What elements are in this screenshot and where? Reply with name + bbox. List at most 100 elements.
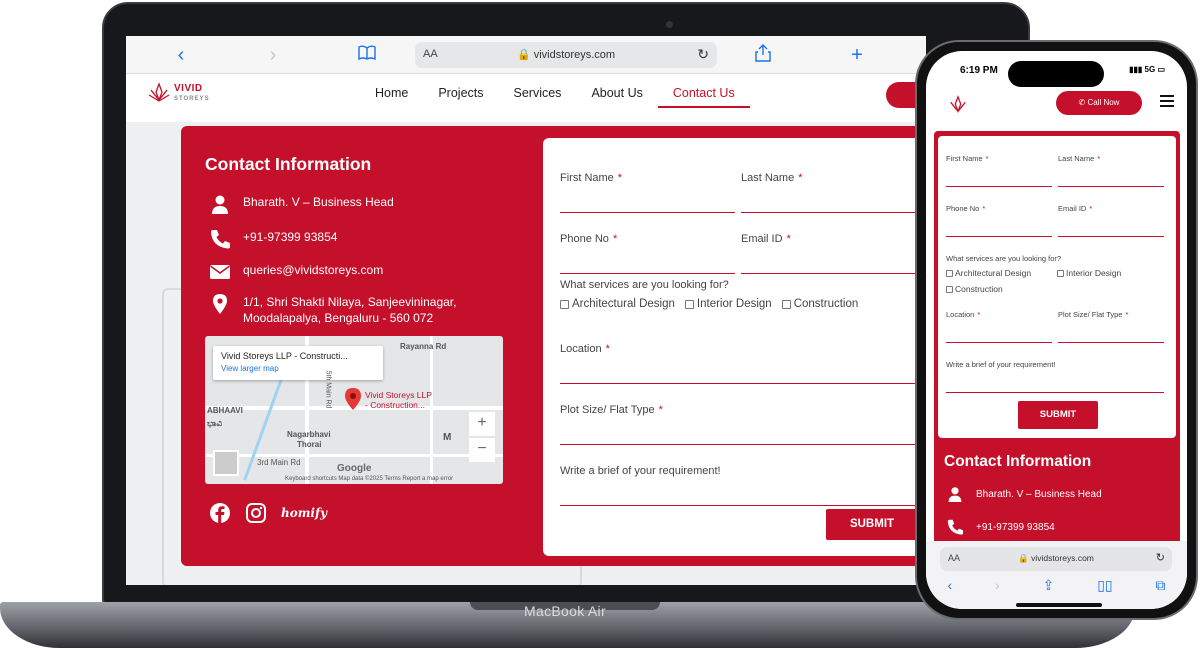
service-label: Architectural Design (955, 268, 1032, 278)
email-id-label: Email ID * (741, 233, 791, 245)
contact-person-row: Bharath. V – Business Head (209, 194, 394, 214)
contact-phone[interactable]: +91-97399 93854 (976, 522, 1055, 533)
service-label: Construction (955, 284, 1003, 294)
share-icon[interactable]: ⇪ (1043, 577, 1055, 594)
contact-phone-row: +91-97399 93854 (209, 229, 337, 249)
checkbox[interactable] (946, 285, 953, 293)
view-larger-map-link[interactable]: View larger map (221, 364, 375, 373)
phone-address-bar[interactable]: AA 🔒 vividstoreys.com ↻ (940, 547, 1172, 571)
phone-contact-section: First Name * Last Name * Phone No * Email I… (934, 131, 1180, 541)
email-id-field[interactable]: Email ID * (1058, 198, 1164, 238)
service-construction[interactable]: Construction (946, 284, 1003, 294)
service-interior-design[interactable]: Interior Design (684, 298, 772, 310)
back-icon[interactable]: ‹ (170, 44, 192, 66)
phone-no-underline (560, 273, 735, 274)
submit-button[interactable]: SUBMIT (1018, 401, 1098, 429)
address-line-1: 1/1, Shri Shakti Nilaya, Sanjeevininagar… (243, 295, 457, 309)
phone-no-field[interactable]: Phone No * (946, 198, 1052, 238)
checkbox[interactable] (560, 299, 569, 309)
plot-size-label: Plot Size/ Flat Type * (1058, 310, 1129, 319)
user-icon (948, 487, 962, 502)
hamburger-menu-icon[interactable] (1160, 95, 1174, 107)
last-name-underline (741, 212, 916, 213)
submit-button[interactable]: SUBMIT (826, 509, 918, 540)
service-label: Architectural Design (572, 298, 675, 310)
reload-icon[interactable]: ↻ (1156, 551, 1165, 564)
service-architectural-design[interactable]: Architectural Design (560, 298, 675, 310)
last-name-field[interactable]: Last Name * (741, 168, 916, 213)
first-name-field[interactable]: First Name * (946, 148, 1052, 188)
facebook-icon[interactable] (209, 502, 231, 524)
bookmarks-icon[interactable] (356, 44, 378, 66)
embedded-map[interactable]: Vivid Storeys LLP - Constructi... View l… (205, 336, 503, 484)
phone-browser-toolbar: ‹ › ⇪ ▯▯ ⧉ (926, 577, 1187, 594)
map-label-3rd-main: 3rd Main Rd (257, 458, 301, 467)
nav-about-us[interactable]: About Us (576, 86, 657, 108)
location-field[interactable]: Location * (946, 304, 1052, 344)
requirement-brief-field[interactable]: Write a brief of your requirement! (560, 461, 920, 506)
status-time: 6:19 PM (960, 65, 998, 76)
location-pin-icon (213, 294, 227, 314)
site-logo[interactable]: VIVID STOREYS (148, 82, 218, 112)
forward-icon[interactable]: › (995, 577, 1000, 594)
email-id-field[interactable]: Email ID * (741, 229, 916, 274)
nav-services[interactable]: Services (499, 86, 577, 108)
forward-icon[interactable]: › (262, 44, 284, 66)
contact-person-row: Bharath. V – Business Head (946, 486, 1102, 502)
phone-contact-form: First Name * Last Name * Phone No * Email I… (938, 136, 1176, 438)
phone-no-field[interactable]: Phone No * (560, 229, 735, 274)
service-architectural-design[interactable]: Architectural Design (946, 268, 1031, 278)
share-icon[interactable] (752, 44, 774, 66)
site-header: VIVID STOREYS Home Projects Services Abou… (126, 74, 926, 122)
lotus-logo-icon[interactable] (948, 95, 968, 115)
tabs-icon[interactable]: ⧉ (1156, 577, 1166, 594)
home-indicator (1016, 603, 1102, 607)
location-field[interactable]: Location * (560, 339, 920, 384)
map-label-main: 5th Main Rd (324, 370, 332, 409)
last-name-field[interactable]: Last Name * (1058, 148, 1164, 188)
first-name-label: First Name * (946, 154, 989, 163)
reload-icon[interactable]: ↻ (697, 46, 709, 63)
last-name-label: Last Name * (1058, 154, 1101, 163)
services-options: Architectural Design Interior Design Con… (560, 298, 858, 310)
checkbox[interactable] (1057, 269, 1064, 277)
map-card-title: Vivid Storeys LLP - Constructi... (221, 351, 348, 361)
plot-size-field[interactable]: Plot Size/ Flat Type * (560, 400, 920, 445)
checkbox[interactable] (781, 299, 791, 309)
instagram-icon[interactable] (245, 502, 267, 524)
phone-mockup: 6:19 PM ▮▮▮ 5G ▭ ✆ Call Now First Name * … (915, 40, 1198, 620)
requirement-brief-field[interactable]: Write a brief of your requirement! (946, 354, 1164, 394)
contact-phone[interactable]: +91-97399 93854 (243, 229, 337, 245)
service-construction[interactable]: Construction (781, 298, 859, 310)
nav-projects[interactable]: Projects (423, 86, 498, 108)
nav-home[interactable]: Home (360, 86, 423, 108)
lotus-logo-icon (148, 82, 170, 102)
map-zoom-out-button[interactable]: − (469, 438, 495, 462)
service-interior-design[interactable]: Interior Design (1057, 268, 1121, 278)
requirement-brief-underline (946, 392, 1164, 393)
first-name-field[interactable]: First Name * (560, 168, 735, 213)
new-tab-icon[interactable]: + (846, 44, 868, 66)
checkbox[interactable] (946, 269, 953, 277)
phone-screen: 6:19 PM ▮▮▮ 5G ▭ ✆ Call Now First Name * … (926, 51, 1187, 609)
service-label: Construction (793, 298, 859, 310)
map-pin-icon[interactable] (345, 388, 361, 410)
plot-size-field[interactable]: Plot Size/ Flat Type * (1058, 304, 1164, 344)
checkbox[interactable] (684, 299, 694, 309)
bookmarks-icon[interactable]: ▯▯ (1097, 577, 1112, 594)
safari-toolbar: ‹ › AA 🔒 vividstoreys.com ↻ + (126, 36, 926, 74)
map-layer-toggle[interactable] (213, 450, 239, 476)
address-bar[interactable]: AA 🔒 vividstoreys.com ↻ (415, 42, 717, 68)
homify-link[interactable]: homify (281, 506, 327, 520)
contact-email[interactable]: queries@vividstoreys.com (243, 262, 383, 278)
dynamic-island (1008, 61, 1104, 87)
nav-contact-us[interactable]: Contact Us (657, 86, 750, 108)
logo-name: VIVID (174, 83, 203, 94)
first-name-underline (946, 186, 1052, 187)
back-icon[interactable]: ‹ (947, 577, 952, 594)
plot-size-underline (560, 444, 920, 445)
map-zoom-in-button[interactable]: + (469, 412, 495, 436)
user-icon (212, 195, 228, 214)
call-now-button[interactable]: ✆ Call Now (1056, 91, 1142, 115)
camera-dot (666, 21, 673, 28)
